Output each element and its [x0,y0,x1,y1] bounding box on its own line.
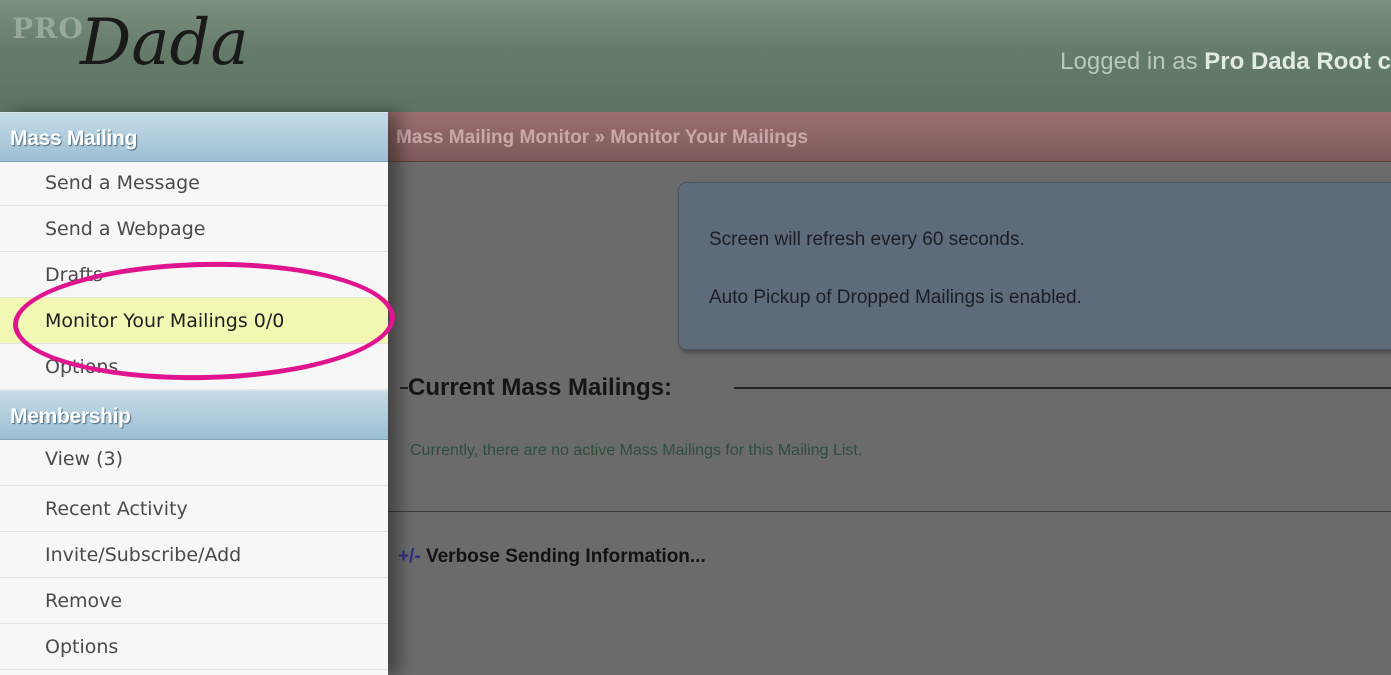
verbose-sending-toggle[interactable]: +/- Verbose Sending Information... [398,546,706,568]
fieldset-border-right [734,387,1391,389]
fieldset-border-left [400,387,408,389]
expand-collapse-icon[interactable]: +/- [398,546,421,567]
logged-in-status: Logged in as Pro Dada Root c [1060,48,1391,76]
section-divider [388,511,1391,512]
sidebar-item-drafts[interactable]: Drafts [0,252,388,298]
sidebar-item-send-webpage[interactable]: Send a Webpage [0,206,388,252]
sidebar-item-mass-mailing-options[interactable]: Options [0,344,388,390]
sidebar-item-membership-options[interactable]: Options [0,624,388,670]
logo-pro-text: PRO [12,12,84,45]
sidebar-item-view[interactable]: View (3) [0,440,388,486]
no-active-mailings-message: Currently, there are no active Mass Mail… [410,442,863,459]
refresh-notice-text: Screen will refresh every 60 seconds. [709,229,1025,250]
pro-dada-logo[interactable]: PRO Dada [8,6,249,102]
sidebar-item-monitor-mailings[interactable]: Monitor Your Mailings 0/0 [0,298,388,344]
sidebar-item-recent-activity[interactable]: Recent Activity [0,486,388,532]
sidebar-item-remove[interactable]: Remove [0,578,388,624]
logo-dada-text: Dada [80,6,249,80]
auto-pickup-notice-text: Auto Pickup of Dropped Mailings is enabl… [709,287,1082,308]
verbose-sending-label[interactable]: Verbose Sending Information... [426,546,706,567]
sidebar-section-membership[interactable]: Membership [0,390,388,440]
app-window: PRO Dada Logged in as Pro Dada Root c Ma… [0,0,1391,675]
logged-in-user[interactable]: Pro Dada Root c [1204,48,1391,75]
main-content: Mass Mailing Monitor » Monitor Your Mail… [388,112,1391,675]
sidebar-item-invite-subscribe-add[interactable]: Invite/Subscribe/Add [0,532,388,578]
sidebar: Mass Mailing Send a Message Send a Webpa… [0,112,388,675]
breadcrumb: Mass Mailing Monitor » Monitor Your Mail… [388,112,1391,162]
logged-in-prefix: Logged in as [1060,48,1198,75]
current-mailings-heading: Current Mass Mailings: [408,374,673,401]
header: PRO Dada Logged in as Pro Dada Root c [0,0,1391,112]
sidebar-item-send-message[interactable]: Send a Message [0,162,388,206]
sidebar-section-mass-mailing[interactable]: Mass Mailing [0,112,388,162]
refresh-notice-box: Screen will refresh every 60 seconds. Au… [678,182,1391,350]
